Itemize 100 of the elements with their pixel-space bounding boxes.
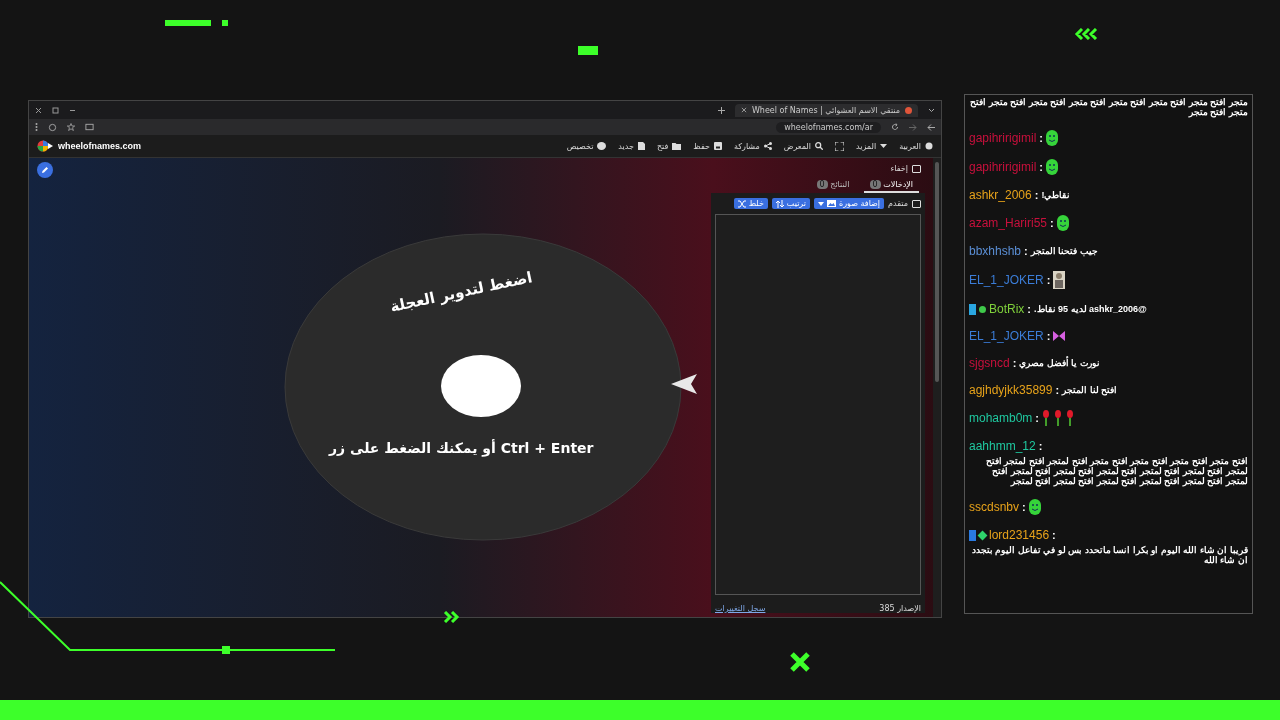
smiley-emote-icon (1046, 159, 1059, 175)
changelog-link[interactable]: سجل التغييرات (715, 604, 766, 613)
nav-button[interactable]: حفظ (693, 141, 722, 151)
logo-icon (37, 140, 53, 152)
star-icon[interactable] (67, 123, 75, 131)
separator-text: : (1022, 501, 1026, 513)
chevrons-icon (1074, 28, 1100, 40)
favicon-icon (905, 106, 912, 114)
nav-button[interactable]: المعرض (783, 141, 823, 151)
chat-username: aahhmm_12 (969, 439, 1036, 453)
smiley-emote-icon (1028, 499, 1041, 515)
forward-icon[interactable] (909, 123, 917, 131)
browser-tab[interactable]: Wheel of Names | منتقي الاسم العشوائي (734, 103, 918, 117)
chat-message-text: افتح متجر افتح متجر افتح متجر افتح متجر افتح لمتجر افتح لمتجر افتح لمتجر افتح لمتجر افتح لمتجر افتح لمتجر افتح لمتجر افتح لمتجر افتح لمتجر افتح لمتجر افتح لمتجر افتح لمتجر افتح لمتجر افتح لمتجر (985, 456, 1248, 486)
bow-emote-icon (1053, 331, 1066, 341)
chat-username: bbxhhshb (969, 244, 1022, 258)
separator-text: : (1055, 384, 1060, 396)
separator-text: : (1046, 274, 1051, 286)
tool-button[interactable]: خلط (733, 198, 768, 209)
edit-button[interactable] (37, 162, 53, 178)
separator-text: : (1027, 303, 1031, 315)
chevrons-icon (442, 611, 460, 623)
chat-message-text: نقاطي! (1041, 190, 1071, 200)
sort-icon (775, 199, 784, 208)
nav-button[interactable]: المزيد (856, 141, 888, 151)
subscriber-badge-icon (969, 529, 976, 541)
fullscreen-icon[interactable] (835, 141, 844, 151)
deco-bar (578, 46, 598, 55)
image-icon (827, 200, 836, 207)
gem-badge-icon (977, 530, 988, 540)
verified-badge-icon (979, 305, 986, 313)
smiley-emote-icon (1046, 130, 1059, 146)
shuffle-icon (737, 199, 746, 208)
tool-button[interactable]: ترتيب (771, 198, 810, 209)
chat-message-text: @ashkr_2006 لديه 95 نقاط. (1034, 304, 1147, 314)
hide-label: إخفاء (890, 164, 908, 173)
entries-field[interactable] (715, 214, 921, 595)
separator-text: : (1039, 161, 1044, 173)
nav-button[interactable]: تخصيص (566, 141, 607, 151)
separator-text: : (1039, 132, 1044, 144)
chat-username: azam_Hariri55 (969, 216, 1048, 230)
menu-icon[interactable] (35, 123, 38, 131)
chat-username: EL_1_JOKER (969, 273, 1044, 287)
pointer-icon (671, 374, 697, 394)
chat-username: lord231456 (989, 528, 1050, 542)
pencil-icon (41, 166, 49, 174)
separator-text: : (1038, 440, 1043, 452)
separator-text: : (1034, 189, 1039, 201)
separator-text: : (1012, 357, 1017, 369)
wheel-drawing[interactable] (284, 233, 682, 541)
chat-message-text: قريبا ان شاء الله اليوم او بكرا انسا ماتحدد بس لو في تفاعل اليوم بتجدد ان شاء الله (971, 545, 1248, 565)
chat-username: sscdsnbv (969, 500, 1020, 514)
close-icon[interactable] (35, 106, 42, 114)
hide-checkbox[interactable] (912, 164, 921, 173)
spin-hint: اضغط لتدوير العجلة (388, 268, 534, 316)
chat-username: agjhdyjkk35899 (969, 383, 1053, 397)
restore-icon[interactable] (52, 106, 59, 114)
search-icon (815, 142, 823, 150)
tab-title: Wheel of Names | منتقي الاسم العشوائي (751, 105, 900, 115)
url-field[interactable]: wheelofnames.com/ar (776, 121, 881, 133)
chat-username: gapihririgimil (969, 160, 1037, 174)
separator-text: : (1052, 529, 1056, 541)
chat-username: EL_1_JOKER (969, 329, 1044, 343)
chat-username: BotRix (989, 302, 1025, 316)
nav-button[interactable]: جديد (618, 141, 645, 151)
bot-badge-icon (969, 303, 976, 315)
chat-username: mohamb0m (969, 411, 1033, 425)
save-icon (713, 142, 722, 150)
caret-icon (818, 201, 824, 206)
chevron-icon[interactable] (928, 107, 935, 113)
chat-username: gapihririgimil (969, 131, 1037, 145)
nav-button[interactable]: العربية (899, 141, 933, 151)
tool-button[interactable]: إضافة صورة (814, 198, 885, 209)
back-icon[interactable] (927, 123, 935, 131)
smiley-emote-icon (1056, 215, 1069, 231)
cross-icon (789, 651, 811, 673)
folder-icon (672, 142, 682, 150)
chat-message-text: جيب فتحنا المتجر (1030, 246, 1098, 256)
chat-username: sjgsncd (969, 356, 1010, 370)
separator-text: : (1050, 217, 1054, 229)
nav-button[interactable]: مشاركة (733, 141, 772, 151)
figure-emote-icon (1053, 271, 1066, 289)
site-name[interactable]: wheelofnames.com (58, 141, 142, 151)
chat-username: ashkr_2006 (969, 188, 1032, 202)
separator-text: : (1046, 330, 1051, 342)
file-icon (637, 142, 645, 150)
caret-icon (880, 143, 888, 149)
new-tab-icon[interactable] (717, 106, 725, 114)
version-text: الإصدار 385 (879, 604, 921, 613)
scrollbar-thumb[interactable] (935, 162, 939, 382)
window-icon[interactable] (85, 123, 94, 131)
reload-icon[interactable] (891, 123, 899, 131)
shortcut-hint: أو يمكنك الضغط على زر Ctrl + Enter (329, 440, 594, 456)
chat-message-text: متجر افتح متجر افتح متجر افتح متجر افتح متجر افتح متجر افتح متجر افتح متجر افتح متجر (969, 97, 1248, 117)
share-icon (763, 142, 772, 150)
close-icon[interactable] (740, 107, 747, 113)
advanced-label: متقدم (888, 199, 908, 208)
nav-button[interactable]: فتح (656, 141, 682, 151)
advanced-checkbox[interactable] (912, 199, 921, 208)
chat-message-text: افتح لنا المتجر (1062, 385, 1118, 395)
